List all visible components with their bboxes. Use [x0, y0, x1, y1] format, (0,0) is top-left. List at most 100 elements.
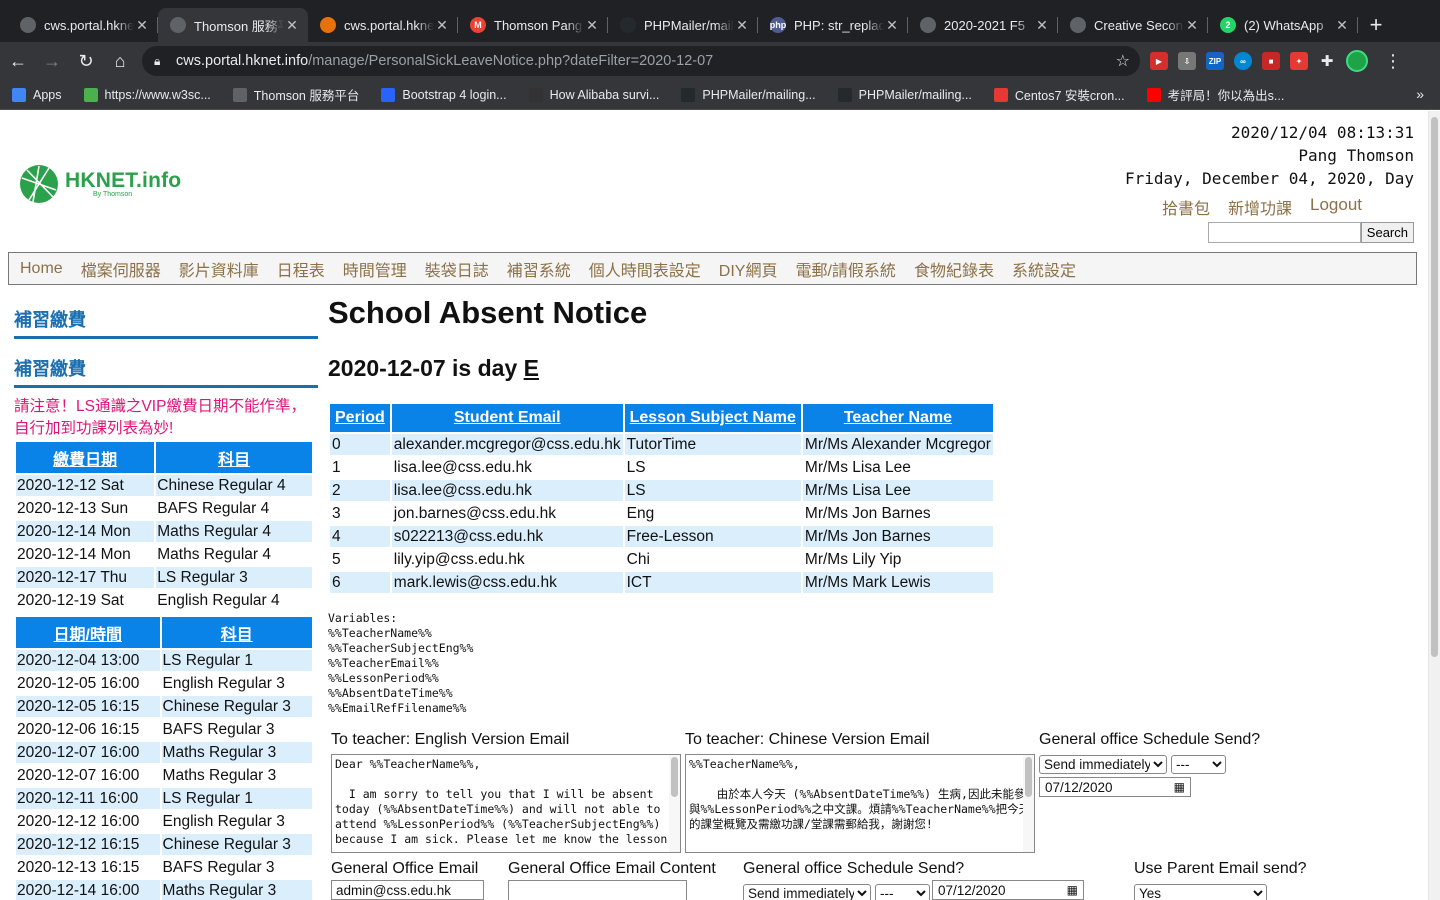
- bookmarks-more-icon[interactable]: »: [1416, 86, 1424, 102]
- column-header-link[interactable]: Teacher Name: [802, 404, 993, 432]
- extension-icon[interactable]: ✦: [1290, 52, 1308, 70]
- office-content-textarea[interactable]: [508, 880, 687, 900]
- search-button[interactable]: Search: [1360, 222, 1414, 243]
- nav-item[interactable]: 個人時間表設定: [589, 257, 701, 281]
- nav-item[interactable]: 檔案伺服器: [81, 257, 161, 281]
- browser-tab[interactable]: Creative Second ✕: [1058, 8, 1208, 42]
- table-cell: Mr/Ms Alexander Mcgregor: [802, 434, 993, 455]
- new-tab-icon[interactable]: +: [1358, 8, 1394, 42]
- browser-tab[interactable]: M Thomson Pang ✕: [458, 8, 608, 42]
- tab-close-icon[interactable]: ✕: [1184, 17, 1200, 34]
- scrollbar-thumb[interactable]: [1431, 117, 1438, 657]
- table-cell: Maths Regular 4: [157, 545, 271, 563]
- day-heading-prefix: 2020-12-07 is day: [328, 355, 524, 381]
- tab-close-icon[interactable]: ✕: [1034, 17, 1050, 34]
- office-schedule-select[interactable]: Send immediately: [743, 884, 871, 900]
- tab-close-icon[interactable]: ✕: [584, 17, 600, 34]
- bookmark-item[interactable]: Apps: [12, 87, 62, 102]
- bookmark-item[interactable]: Thomson 服務平台: [232, 85, 359, 104]
- extension-icon[interactable]: ▶: [1150, 52, 1168, 70]
- tab-close-icon[interactable]: ✕: [734, 17, 750, 34]
- column-header-link[interactable]: 科目: [161, 617, 312, 648]
- bookmark-favicon-icon: [837, 87, 852, 102]
- bookmark-item[interactable]: https://www.w3sc...: [83, 87, 211, 102]
- table-cell: alexander.mcgregor@css.edu.hk: [391, 434, 623, 455]
- tab-close-icon[interactable]: ✕: [1334, 17, 1350, 34]
- nav-item[interactable]: DIY網頁: [719, 257, 778, 281]
- teacher-schedule-select[interactable]: Send immediately: [1039, 755, 1167, 774]
- calendar-icon[interactable]: ▦: [1067, 883, 1078, 897]
- column-header-link[interactable]: Student Email: [391, 404, 623, 432]
- nav-item[interactable]: 裝袋日誌: [425, 257, 489, 281]
- teacher-schedule-date[interactable]: 07/12/2020 ▦: [1039, 777, 1191, 797]
- bookmark-star-icon[interactable]: ☆: [1116, 51, 1130, 71]
- bookmark-item[interactable]: PHPMailer/mailing...: [681, 87, 816, 102]
- link-schoolbag[interactable]: 拾書包: [1162, 195, 1210, 219]
- nav-item[interactable]: Home: [20, 260, 63, 278]
- back-icon[interactable]: ←: [2, 45, 34, 77]
- chinese-email-textarea[interactable]: %%TeacherName%%, 由於本人今天 (%%AbsentDateTim…: [685, 754, 1035, 853]
- table-row: 5 lily.yip@css.edu.hk Chi Mr/Ms Lily Yip: [330, 549, 993, 570]
- bookmark-item[interactable]: Bootstrap 4 login...: [381, 87, 507, 102]
- browser-tab[interactable]: Thomson 服務平台✕: [158, 8, 308, 42]
- column-header-link[interactable]: 日期/時間: [16, 617, 160, 648]
- browser-tab[interactable]: cws.portal.hknet ✕: [308, 8, 458, 42]
- office-schedule-date[interactable]: 07/12/2020 ▦: [932, 880, 1084, 900]
- nav-item[interactable]: 補習系統: [507, 257, 571, 281]
- site-logo[interactable]: HKNET.info By Thomson: [19, 164, 181, 204]
- extension-icon[interactable]: ■: [1262, 52, 1280, 70]
- english-email-textarea[interactable]: Dear %%TeacherName%%, I am sorry to tell…: [331, 754, 681, 853]
- column-header-link[interactable]: Lesson Subject Name: [624, 404, 801, 432]
- extension-icon[interactable]: ∞: [1234, 52, 1252, 70]
- bookmark-item[interactable]: 考評局！你以為出s...: [1146, 85, 1284, 104]
- address-bar[interactable]: 🔒︎ cws.portal.hknet.info/manage/Personal…: [142, 46, 1140, 76]
- tab-favicon-icon: [920, 17, 936, 33]
- browser-tab[interactable]: 2 (2) WhatsApp ✕: [1208, 8, 1358, 42]
- office-content-label: General Office Email Content: [508, 860, 716, 877]
- column-header-link[interactable]: Period: [330, 404, 390, 432]
- browser-tab[interactable]: cws.portal.hknet ✕: [8, 8, 158, 42]
- tab-close-icon[interactable]: ✕: [434, 17, 450, 34]
- table-cell: LS Regular 1: [161, 650, 312, 671]
- browser-tab[interactable]: 2020-2021 F5 ✕: [908, 8, 1058, 42]
- nav-item[interactable]: 影片資料庫: [179, 257, 259, 281]
- forward-icon[interactable]: →: [36, 45, 68, 77]
- variables-list: Variables: %%TeacherName%% %%TeacherSubj…: [328, 611, 474, 715]
- page-scrollbar[interactable]: [1428, 111, 1440, 900]
- puzzle-icon[interactable]: ✚: [1318, 52, 1336, 70]
- tab-close-icon[interactable]: ✕: [134, 17, 150, 34]
- bookmark-item[interactable]: How Alibaba survi...: [528, 87, 659, 102]
- calendar-icon[interactable]: ▦: [1174, 780, 1185, 794]
- tab-close-icon[interactable]: ✕: [884, 17, 900, 34]
- browser-tab[interactable]: PHPMailer/mailing✕: [608, 8, 758, 42]
- bookmark-item[interactable]: PHPMailer/mailing...: [837, 87, 972, 102]
- profile-avatar[interactable]: [1346, 50, 1368, 72]
- link-add-homework[interactable]: 新增功課: [1228, 195, 1292, 219]
- logout-link[interactable]: Logout: [1310, 195, 1362, 219]
- nav-item[interactable]: 日程表: [277, 257, 325, 281]
- office-email-input[interactable]: [331, 880, 484, 900]
- nav-item[interactable]: 食物紀錄表: [914, 257, 994, 281]
- reload-icon[interactable]: ↻: [70, 45, 102, 77]
- table-cell: 1: [332, 458, 341, 476]
- teacher-schedule-time-select[interactable]: ---: [1171, 755, 1226, 774]
- lesson-schedule-table: 日期/時間 科目 2020-12-04 13:00 LS Regular 1 2020-…: [14, 615, 314, 900]
- textarea-scrollbar[interactable]: [669, 755, 680, 852]
- menu-kebab-icon[interactable]: ⋮: [1384, 51, 1402, 72]
- tab-close-icon[interactable]: ✕: [284, 17, 300, 34]
- parent-email-select[interactable]: Yes: [1134, 884, 1267, 900]
- office-schedule-time-select[interactable]: ---: [875, 884, 930, 900]
- nav-item[interactable]: 時間管理: [343, 257, 407, 281]
- textarea-scrollbar[interactable]: [1023, 755, 1034, 852]
- column-header-link[interactable]: 繳費日期: [16, 442, 155, 473]
- nav-item[interactable]: 電郵/請假系統: [795, 257, 895, 281]
- table-cell: Mr/Ms Lisa Lee: [802, 480, 993, 501]
- browser-tab[interactable]: php PHP: str_replace ✕: [758, 8, 908, 42]
- zip-extension-icon[interactable]: ZIP: [1206, 52, 1224, 70]
- nav-item[interactable]: 系統設定: [1012, 257, 1076, 281]
- bookmark-item[interactable]: Centos7 安裝cron...: [993, 85, 1125, 104]
- download-extension-icon[interactable]: ⇩: [1178, 52, 1196, 70]
- column-header-link[interactable]: 科目: [156, 442, 312, 473]
- search-input[interactable]: [1207, 222, 1361, 243]
- home-icon[interactable]: ⌂: [104, 45, 136, 77]
